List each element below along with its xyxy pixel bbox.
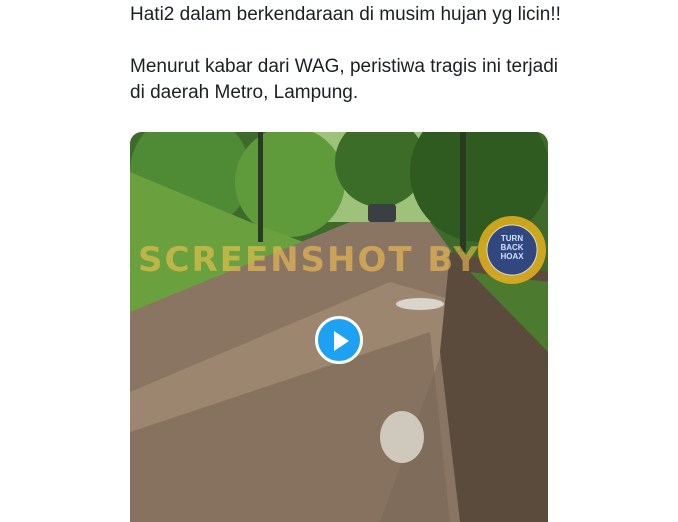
tweet-video[interactable]: SCREENSHOT BY TURN BACK HOAX [130, 132, 548, 522]
badge-label: TURN BACK HOAX [476, 234, 548, 261]
play-icon [334, 331, 349, 351]
tweet-paragraph-2: Menurut kabar dari WAG, peristiwa tragis… [130, 56, 559, 103]
tweet-text: Hati2 dalam berkendaraan di musim hujan … [130, 2, 570, 106]
badge-line-2: BACK [500, 243, 524, 252]
tweet-paragraph-1: Hati2 dalam berkendaraan di musim hujan … [130, 4, 561, 25]
turnbackhoax-badge: TURN BACK HOAX [476, 214, 548, 286]
watermark: SCREENSHOT BY [138, 240, 481, 280]
play-button[interactable] [315, 316, 363, 364]
badge-line-3: HOAX [500, 252, 524, 261]
badge-line-1: TURN [500, 234, 524, 243]
